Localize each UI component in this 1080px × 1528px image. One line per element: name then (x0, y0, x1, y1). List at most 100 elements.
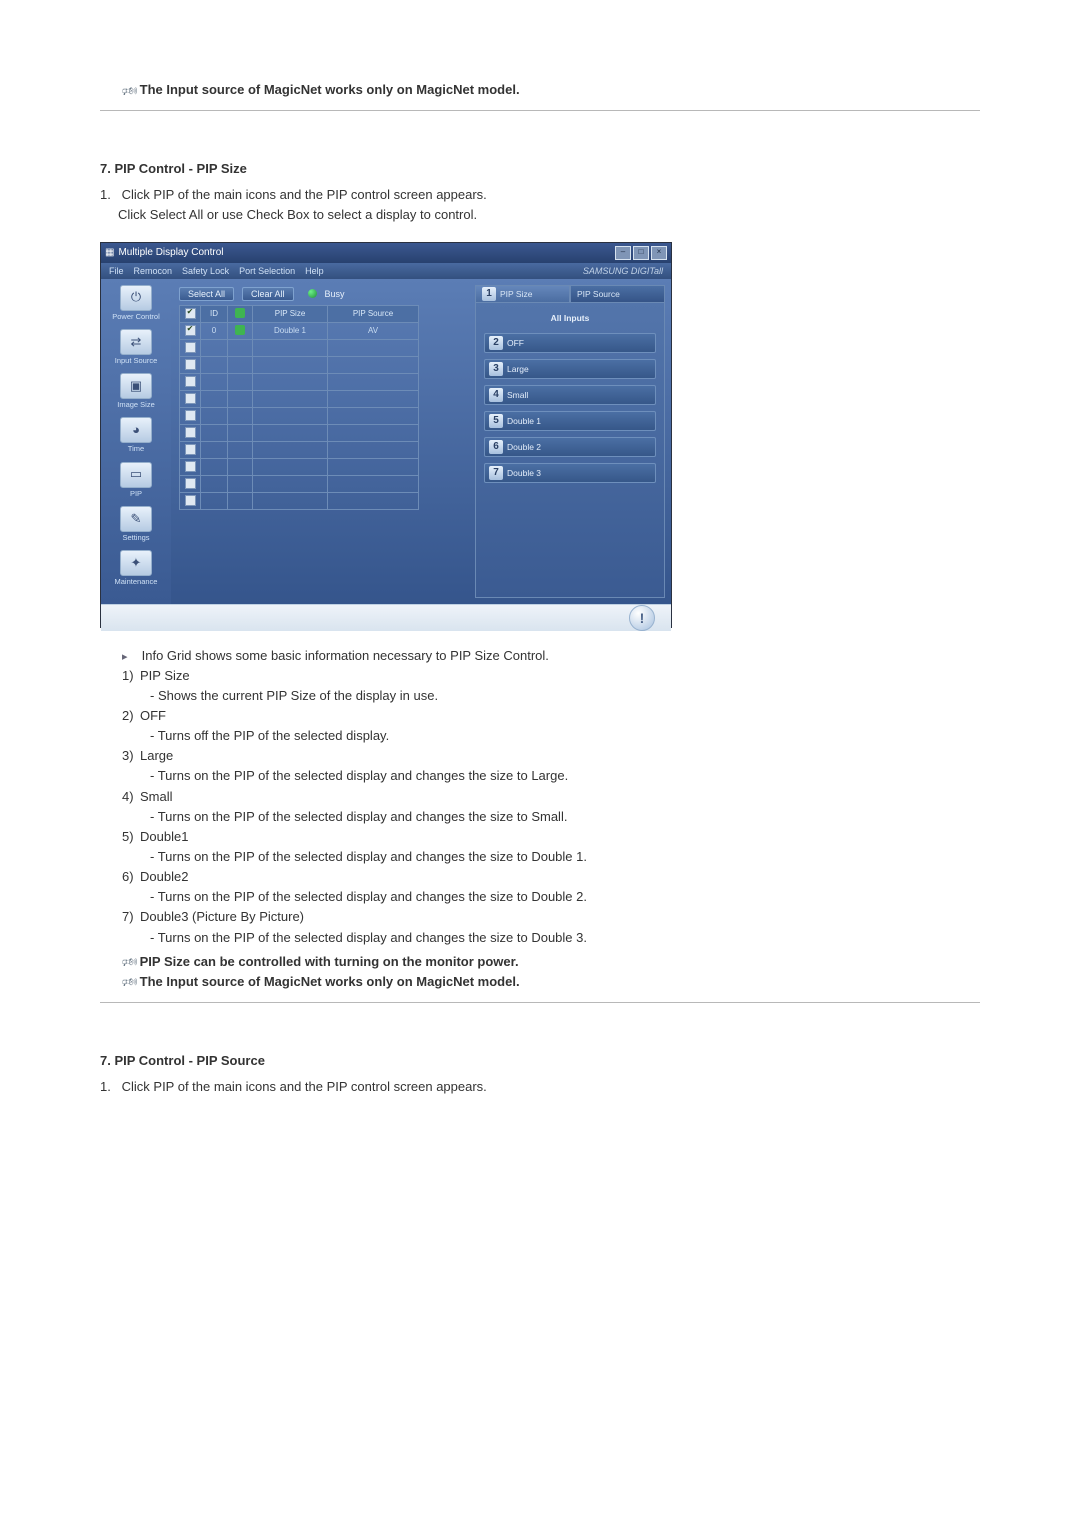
option-number-chip: 6 (489, 440, 503, 454)
tab-label: PIP Source (577, 289, 620, 299)
menu-safety-lock[interactable]: Safety Lock (182, 266, 229, 276)
sidebar-item-settings[interactable]: ✎ Settings (108, 506, 164, 542)
list-description: - Turns on the PIP of the selected displ… (100, 807, 980, 827)
table-row[interactable] (180, 424, 419, 441)
row-checkbox[interactable] (185, 478, 196, 489)
row-checkbox[interactable] (185, 376, 196, 387)
list-title: PIP Size (140, 668, 190, 683)
option-number-chip: 2 (489, 336, 503, 350)
menu-remocon[interactable]: Remocon (134, 266, 173, 276)
tab-pip-source[interactable]: PIP Source (570, 285, 665, 303)
info-grid: ID PIP Size PIP Source 0Double 1AV (179, 305, 419, 510)
pip-source-instruction: Click PIP of the main icons and the PIP … (122, 1079, 487, 1094)
row-checkbox[interactable] (185, 359, 196, 370)
sidebar-item-image-size[interactable]: ▣ Image Size (108, 373, 164, 409)
settings-icon: ✎ (120, 506, 152, 532)
list-title: Large (140, 748, 173, 763)
sidebar-item-input-source[interactable]: ⇄ Input Source (108, 329, 164, 365)
window-max-button[interactable]: □ (633, 246, 649, 260)
pip-size-option-button[interactable]: 2 OFF (484, 333, 656, 353)
grid-toolbar: Select All Clear All Busy (179, 287, 461, 301)
list-title: Double3 (Picture By Picture) (140, 909, 304, 924)
busy-icon (308, 289, 317, 298)
menubar: File Remocon Safety Lock Port Selection … (101, 263, 671, 279)
row-checkbox[interactable] (185, 495, 196, 506)
brand-label: SAMSUNG DIGITall (583, 266, 663, 276)
grid-header-id: ID (201, 305, 228, 322)
grid-header-row: ID PIP Size PIP Source (180, 305, 419, 322)
row-checkbox[interactable] (185, 410, 196, 421)
sidebar-item-maintenance[interactable]: ✦ Maintenance (108, 550, 164, 586)
speaker-icon: 🕬 (122, 976, 132, 988)
row-checkbox[interactable] (185, 325, 196, 336)
pip-size-option-button[interactable]: 3Large (484, 359, 656, 379)
pip-size-option-button[interactable]: 4Small (484, 385, 656, 405)
right-panel: 1 PIP Size PIP Source All Inputs 2OFF3La… (469, 279, 671, 605)
row-checkbox[interactable] (185, 427, 196, 438)
option-number-chip: 7 (489, 466, 503, 480)
pip-size-option-button[interactable]: 7Double 3 (484, 463, 656, 483)
row-checkbox[interactable] (185, 461, 196, 472)
tab-label: PIP Size (500, 289, 532, 299)
right-panel-tabs: 1 PIP Size PIP Source (475, 285, 665, 303)
sidebar-item-label: Time (108, 445, 164, 453)
grid-header-pip-size: PIP Size (253, 305, 328, 322)
menu-help[interactable]: Help (305, 266, 324, 276)
speaker-icon: 🕬 (122, 85, 132, 97)
table-row[interactable] (180, 492, 419, 509)
table-row[interactable] (180, 373, 419, 390)
list-number: 2) (122, 706, 140, 726)
option-number-chip: 4 (489, 388, 503, 402)
busy-label: Busy (325, 289, 345, 299)
list-item: 6)Double2 (100, 867, 980, 887)
window-min-button[interactable]: – (615, 246, 631, 260)
note-magicnet-bottom: 🕬 The Input source of MagicNet works onl… (100, 972, 980, 992)
table-row[interactable] (180, 390, 419, 407)
row-checkbox[interactable] (185, 342, 196, 353)
list-description: - Turns on the PIP of the selected displ… (100, 887, 980, 907)
menu-file[interactable]: File (109, 266, 124, 276)
table-row[interactable] (180, 475, 419, 492)
instruction-1: Click PIP of the main icons and the PIP … (122, 187, 487, 202)
cell-status (228, 322, 253, 339)
list-number: 4) (122, 787, 140, 807)
app-logo-icon: ▦ (105, 247, 114, 258)
pip-size-option-button[interactable]: 6Double 2 (484, 437, 656, 457)
sidebar-item-label: Settings (108, 534, 164, 542)
cell-id: 0 (201, 322, 228, 339)
main-panel: Select All Clear All Busy ID PIP Size PI… (171, 279, 469, 605)
clear-all-button[interactable]: Clear All (242, 287, 294, 301)
list-description: - Turns on the PIP of the selected displ… (100, 766, 980, 786)
table-row[interactable] (180, 441, 419, 458)
row-checkbox[interactable] (185, 393, 196, 404)
sidebar-item-power[interactable]: ⏻ Power Control (108, 285, 164, 321)
pointer-icon: ▸ (122, 652, 134, 663)
info-icon[interactable]: ! (629, 605, 655, 631)
info-grid-note: Info Grid shows some basic information n… (142, 648, 549, 663)
info-grid-note-row: ▸ Info Grid shows some basic information… (100, 646, 980, 666)
list-description: - Turns on the PIP of the selected displ… (100, 928, 980, 948)
sidebar-item-pip[interactable]: ▭ PIP (108, 462, 164, 498)
table-row[interactable]: 0Double 1AV (180, 322, 419, 339)
menu-port-selection[interactable]: Port Selection (239, 266, 295, 276)
row-checkbox[interactable] (185, 444, 196, 455)
table-row[interactable] (180, 356, 419, 373)
pip-size-heading: 7. PIP Control - PIP Size (100, 159, 980, 179)
option-label: OFF (507, 338, 524, 348)
header-checkbox[interactable] (185, 308, 196, 319)
window-close-button[interactable]: × (651, 246, 667, 260)
pip-icon: ▭ (120, 462, 152, 488)
pip-source-heading: 7. PIP Control - PIP Source (100, 1051, 980, 1071)
note-pip-power: 🕬 PIP Size can be controlled with turnin… (100, 952, 980, 972)
tab-pip-size[interactable]: 1 PIP Size (475, 285, 570, 303)
note-text: The Input source of MagicNet works only … (140, 974, 520, 989)
app-footer: ! (101, 604, 671, 631)
window-title: Multiple Display Control (118, 247, 613, 258)
table-row[interactable] (180, 339, 419, 356)
select-all-button[interactable]: Select All (179, 287, 234, 301)
pip-size-option-button[interactable]: 5Double 1 (484, 411, 656, 431)
table-row[interactable] (180, 407, 419, 424)
pip-source-instruction-row: 1. Click PIP of the main icons and the P… (100, 1077, 980, 1097)
table-row[interactable] (180, 458, 419, 475)
sidebar-item-time[interactable]: ◕ Time (108, 417, 164, 453)
